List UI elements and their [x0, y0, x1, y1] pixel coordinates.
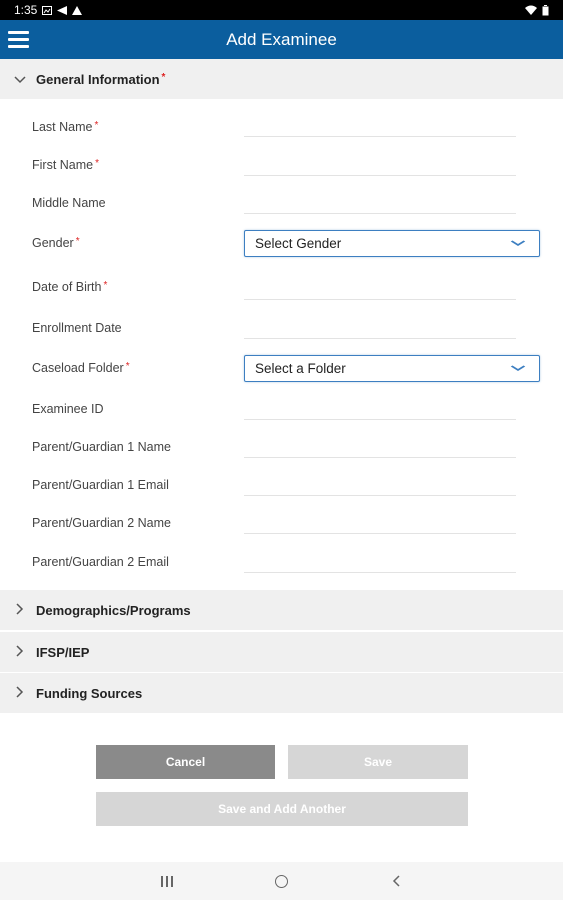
- middle-name-field[interactable]: [244, 176, 516, 214]
- battery-icon: [542, 4, 549, 15]
- date-of-birth-row: Date of Birth *: [0, 262, 563, 300]
- section-label: IFSP/IEP: [36, 644, 90, 660]
- enrollment-date-label: Enrollment Date: [32, 321, 122, 335]
- back-button[interactable]: [376, 866, 416, 896]
- section-funding-sources[interactable]: Funding Sources: [0, 673, 563, 713]
- section-label: Funding Sources: [36, 685, 143, 701]
- examinee-id-label: Examinee ID: [32, 402, 104, 416]
- save-button[interactable]: Save: [288, 745, 468, 779]
- home-button[interactable]: [261, 866, 301, 896]
- recents-button[interactable]: [147, 866, 187, 896]
- required-mark: *: [161, 71, 166, 83]
- caseload-folder-row: Caseload Folder * Select a Folder: [0, 345, 563, 383]
- caseload-folder-select[interactable]: Select a Folder: [244, 355, 540, 382]
- first-name-label: First Name *: [32, 158, 100, 172]
- section-label: Demographics/Programs: [36, 602, 191, 618]
- caseload-folder-select-value: Select a Folder: [255, 361, 346, 376]
- enrollment-date-field[interactable]: [244, 301, 516, 339]
- chevron-down-icon: [510, 361, 526, 375]
- page-title: Add Examinee: [226, 29, 337, 49]
- middle-name-row: Middle Name: [0, 176, 563, 214]
- warning-notification-icon: [72, 5, 83, 15]
- wifi-icon: [525, 5, 537, 15]
- enrollment-date-row: Enrollment Date: [0, 301, 563, 339]
- section-general-information[interactable]: General Information *: [0, 59, 563, 99]
- home-icon: [274, 874, 288, 888]
- recents-icon: [161, 875, 174, 887]
- last-name-row: Last Name *: [0, 99, 563, 137]
- examinee-id-row: Examinee ID: [0, 382, 563, 420]
- last-name-field[interactable]: [244, 99, 516, 137]
- caseload-folder-label: Caseload Folder *: [32, 361, 130, 375]
- parent2-name-row: Parent/Guardian 2 Name: [0, 496, 563, 534]
- first-name-field[interactable]: [244, 138, 516, 176]
- gender-select[interactable]: Select Gender: [244, 230, 540, 257]
- hamburger-icon[interactable]: [8, 31, 29, 48]
- parent2-email-label: Parent/Guardian 2 Email: [32, 555, 169, 569]
- chevron-down-icon: [12, 72, 28, 87]
- parent2-name-field[interactable]: [244, 496, 516, 534]
- image-notification-icon: [42, 5, 53, 15]
- parent2-name-label: Parent/Guardian 2 Name: [32, 516, 171, 530]
- back-icon: [392, 875, 400, 887]
- chevron-right-icon: [12, 602, 28, 618]
- parent1-email-field[interactable]: [244, 458, 516, 496]
- parent1-name-row: Parent/Guardian 1 Name: [0, 420, 563, 458]
- date-of-birth-label: Date of Birth *: [32, 280, 108, 294]
- parent1-name-field[interactable]: [244, 420, 516, 458]
- gender-label: Gender *: [32, 236, 80, 250]
- section-demographics-programs[interactable]: Demographics/Programs: [0, 590, 563, 630]
- system-nav-bar: [0, 862, 563, 900]
- status-time: 1:35: [14, 3, 38, 17]
- parent1-name-label: Parent/Guardian 1 Name: [32, 440, 171, 454]
- section-ifsp-iep[interactable]: IFSP/IEP: [0, 632, 563, 672]
- chevron-right-icon: [12, 644, 28, 660]
- parent1-email-row: Parent/Guardian 1 Email: [0, 458, 563, 496]
- gender-row: Gender * Select Gender: [0, 220, 563, 258]
- chevron-down-icon: [510, 236, 526, 250]
- chevron-right-icon: [12, 685, 28, 701]
- parent2-email-row: Parent/Guardian 2 Email: [0, 535, 563, 573]
- status-bar: 1:35: [0, 0, 563, 20]
- app-bar: Add Examinee: [0, 20, 563, 59]
- last-name-label: Last Name *: [32, 120, 99, 134]
- first-name-row: First Name *: [0, 138, 563, 176]
- gender-select-value: Select Gender: [255, 236, 342, 251]
- parent1-email-label: Parent/Guardian 1 Email: [32, 478, 169, 492]
- section-label: General Information *: [36, 71, 166, 87]
- parent2-email-field[interactable]: [244, 535, 516, 573]
- examinee-id-field[interactable]: [244, 382, 516, 420]
- date-of-birth-field[interactable]: [244, 262, 516, 300]
- cancel-button[interactable]: Cancel: [96, 745, 275, 779]
- middle-name-label: Middle Name: [32, 196, 106, 210]
- send-notification-icon: [57, 5, 68, 15]
- save-and-add-another-button[interactable]: Save and Add Another: [96, 792, 468, 826]
